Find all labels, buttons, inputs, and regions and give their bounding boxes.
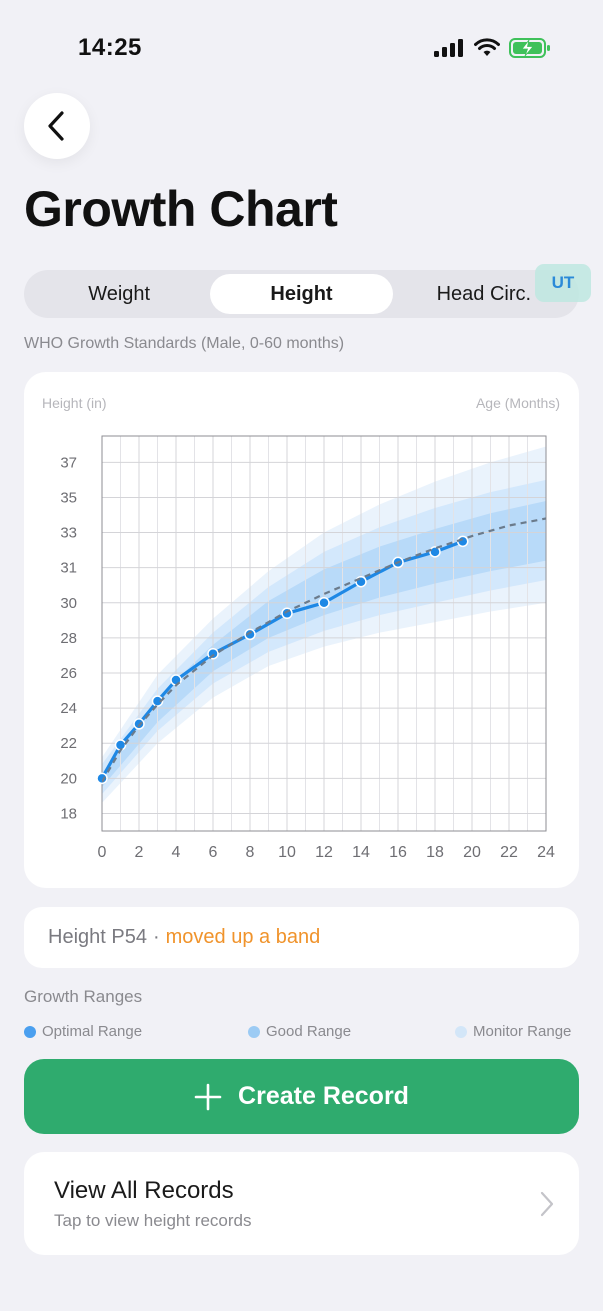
legend-dot-optimal	[24, 1025, 36, 1038]
x-tick-label: 10	[278, 844, 296, 861]
y-tick-label: 20	[60, 770, 77, 787]
view-all-records-row[interactable]: View All Records Tap to view height reco…	[24, 1152, 579, 1255]
y-tick-label: 33	[60, 525, 77, 542]
growth-chart: 18202224262830313335370 2 4 6 8 10 12 14 16 18 20 2…	[60, 435, 555, 861]
plus-icon	[194, 1083, 222, 1111]
x-tick-label: 8	[246, 844, 255, 861]
legend-good: Good Range	[248, 1023, 351, 1040]
percentile-text: Height P54	[48, 926, 147, 948]
y-tick-label: 35	[60, 489, 77, 506]
legend-label-optimal: Optimal Range	[42, 1023, 143, 1040]
y-tick-label: 24	[60, 700, 77, 717]
x-tick-label: 2	[135, 844, 144, 861]
y-tick-label: 37	[60, 454, 77, 471]
growth-ranges-title: Growth Ranges	[24, 987, 143, 1006]
legend-label-monitor: Monitor Range	[473, 1023, 572, 1040]
x-tick-label: 24	[537, 844, 555, 861]
data-point	[429, 546, 441, 558]
x-tick-label: 6	[209, 844, 218, 861]
legend-dot-monitor	[455, 1025, 467, 1038]
trend-text: moved up a band	[165, 926, 321, 948]
data-point	[281, 607, 293, 620]
separator-dot: ·	[152, 926, 160, 948]
x-tick-label: 16	[389, 844, 407, 861]
y-tick-label: 30	[60, 595, 77, 612]
legend-optimal: Optimal Range	[24, 1023, 142, 1040]
data-point	[133, 718, 145, 730]
x-tick-label: 18	[426, 844, 444, 861]
y-tick-label: 31	[60, 560, 77, 577]
records-subtitle: Tap to view height records	[54, 1211, 252, 1230]
create-record-button[interactable]: Create Record	[24, 1059, 579, 1134]
create-record-label: Create Record	[238, 1082, 409, 1110]
legend-dot-good	[248, 1025, 260, 1038]
x-tick-label: 22	[500, 844, 518, 861]
x-tick-label: 0	[98, 844, 107, 861]
percentile-insight-card: Height P54 · moved up a band	[24, 907, 579, 968]
x-tick-label: 14	[352, 844, 370, 861]
x-tick-label: 12	[315, 844, 333, 861]
data-point	[355, 575, 367, 588]
legend-monitor: Monitor Range	[455, 1023, 571, 1040]
x-tick-label: 20	[463, 844, 481, 861]
y-tick-label: 28	[60, 630, 77, 647]
y-tick-label: 22	[60, 735, 77, 752]
legend-label-good: Good Range	[266, 1023, 352, 1040]
y-tick-label: 26	[60, 665, 77, 682]
data-point	[318, 597, 330, 609]
records-title: View All Records	[54, 1177, 234, 1204]
y-tick-label: 18	[60, 805, 77, 822]
x-tick-label: 4	[172, 844, 181, 861]
chevron-right-icon	[540, 1191, 554, 1217]
